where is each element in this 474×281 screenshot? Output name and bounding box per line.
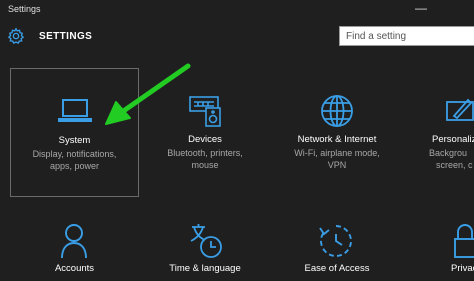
tile-ease-of-access[interactable]: Ease of Access bbox=[270, 215, 404, 281]
tile-label: Accounts bbox=[54, 263, 95, 274]
tile-label: Ease of Access bbox=[304, 263, 370, 274]
annotation-arrow-icon bbox=[105, 63, 191, 125]
tile-description: mouse bbox=[191, 160, 219, 170]
lock-icon bbox=[454, 224, 474, 258]
tile-description: Bluetooth, printers, bbox=[167, 148, 243, 158]
tile-label: Time & language bbox=[169, 263, 241, 274]
tile-privacy[interactable]: Privac bbox=[426, 215, 474, 281]
title-bar: Settings — bbox=[0, 0, 474, 20]
window-title: Settings bbox=[8, 4, 41, 14]
tile-description: Backgrou bbox=[429, 148, 468, 158]
tile-label: Network & Internet bbox=[297, 134, 377, 145]
tile-label: Personaliz bbox=[432, 134, 474, 145]
time-language-icon bbox=[190, 224, 222, 258]
tile-description: apps, power bbox=[49, 161, 100, 171]
page-title: SETTINGS bbox=[39, 31, 93, 42]
tile-description: screen, c bbox=[436, 160, 473, 170]
tile-label: Devices bbox=[188, 134, 222, 145]
tile-personalization[interactable]: Personaliz Backgrou screen, c bbox=[426, 68, 474, 197]
person-icon bbox=[61, 224, 87, 259]
ease-of-access-icon bbox=[319, 225, 352, 257]
tile-label: System bbox=[58, 135, 91, 146]
globe-icon bbox=[321, 95, 353, 127]
minimize-button[interactable]: — bbox=[415, 2, 427, 14]
tile-accounts[interactable]: Accounts bbox=[10, 215, 139, 281]
pen-screen-icon bbox=[446, 98, 474, 121]
laptop-icon bbox=[58, 99, 92, 122]
tile-description: Display, notifications, bbox=[32, 149, 117, 159]
search-box[interactable] bbox=[339, 26, 474, 46]
gear-icon bbox=[7, 27, 25, 45]
tile-description: VPN bbox=[327, 160, 347, 170]
tile-label: Privac bbox=[451, 263, 474, 274]
tile-time-language[interactable]: Time & language bbox=[140, 215, 270, 281]
search-input[interactable] bbox=[346, 30, 470, 42]
tile-network[interactable]: Network & Internet Wi-Fi, airplane mode,… bbox=[270, 68, 404, 197]
tile-description: Wi-Fi, airplane mode, bbox=[294, 148, 380, 158]
